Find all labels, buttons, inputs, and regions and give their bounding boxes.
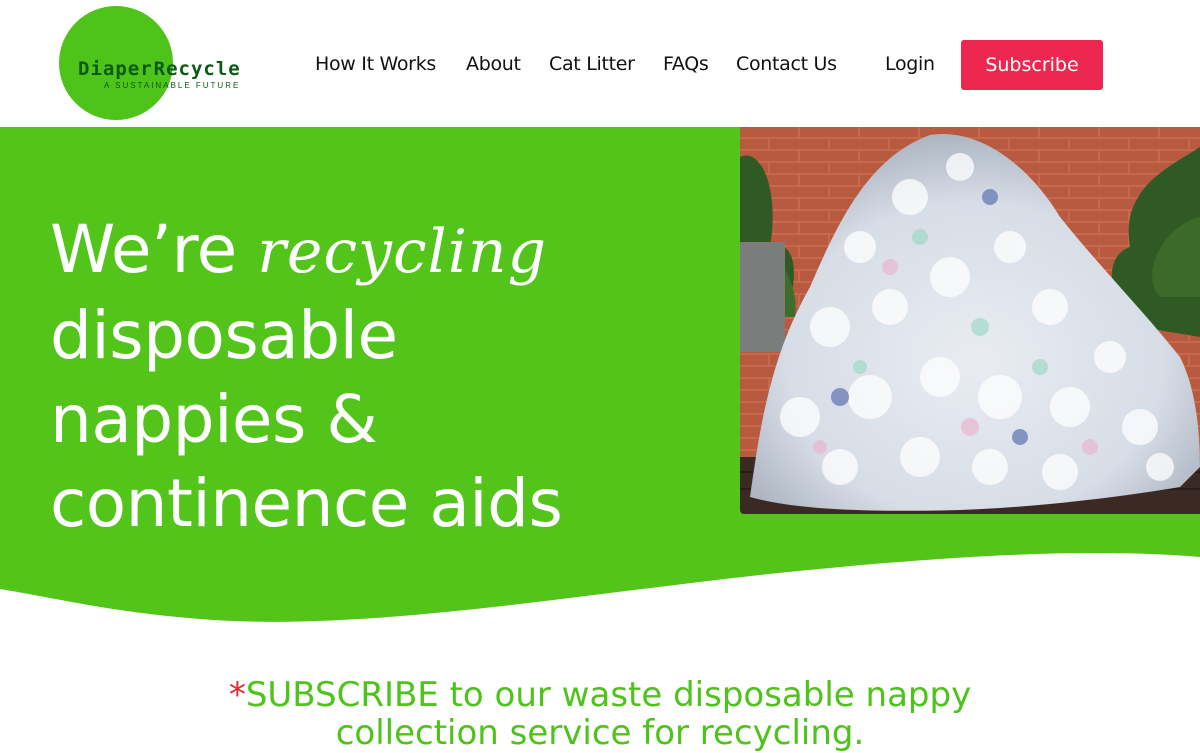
nav-cat-litter[interactable]: Cat Litter <box>549 53 635 75</box>
headline-line-3: nappies & <box>50 381 378 458</box>
logo-name-part1: Diaper <box>78 58 153 80</box>
nav-login[interactable]: Login <box>885 53 935 75</box>
nav-about[interactable]: About <box>466 53 521 75</box>
logo-wordmark[interactable]: DiaperRecycle <box>78 58 241 80</box>
headline-prefix: We’re <box>50 211 258 288</box>
logo-name-part2: Recycle <box>153 58 241 80</box>
headline-line-1: We’re recycling <box>50 208 562 294</box>
subscribe-callout: *SUBSCRIBE to our waste disposable nappy… <box>0 676 1200 752</box>
callout-line-2: collection service for recycling. <box>335 713 865 753</box>
nav-contact-us[interactable]: Contact Us <box>736 53 837 75</box>
headline-line-4: continence aids <box>50 465 563 542</box>
subscribe-button[interactable]: Subscribe <box>961 40 1103 90</box>
logo-tagline: A SUSTAINABLE FUTURE <box>104 81 241 90</box>
diaper-pile-photo <box>740 127 1200 514</box>
callout-line-1: *SUBSCRIBE to our waste disposable nappy <box>0 676 1200 714</box>
nav-how-it-works[interactable]: How It Works <box>315 53 436 75</box>
callout-text-1: SUBSCRIBE to our waste disposable nappy <box>245 675 972 715</box>
site-header: DiaperRecycle A SUSTAINABLE FUTURE How I… <box>0 0 1200 127</box>
hero-headline: We’re recycling disposable nappies & con… <box>50 208 563 546</box>
headline-script-word: recycling <box>257 217 547 287</box>
headline-line-2: disposable <box>50 297 398 374</box>
callout-asterisk: * <box>228 675 246 715</box>
nav-faqs[interactable]: FAQs <box>663 53 709 75</box>
